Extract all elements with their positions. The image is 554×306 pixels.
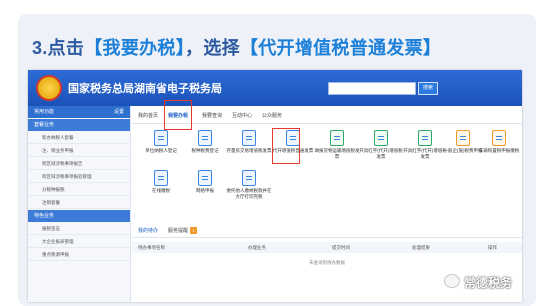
sidebar-item[interactable]: 跨区域涉税事项报验管理 <box>28 170 130 183</box>
document-icon <box>154 130 168 146</box>
document-icon <box>198 170 212 186</box>
column-header: 办理业务 <box>248 245 266 250</box>
column-header: 提交时间 <box>332 245 350 250</box>
tab-public-service[interactable]: 公众服务 <box>262 112 282 119</box>
column-header: 操作 <box>488 245 497 250</box>
headline-mid: ，选择 <box>185 38 240 58</box>
sidebar-item[interactable]: 报税签证 <box>28 222 130 235</box>
tile-label: 在线缴税 <box>152 188 170 193</box>
target-highlight-box <box>272 128 300 164</box>
tile-tax-registration[interactable]: 税种税费登记 <box>182 130 228 154</box>
document-icon <box>456 130 470 146</box>
tile-red-invoice-1[interactable]: 开具红字(代开)增值税发票 <box>358 130 404 159</box>
tile-freight-invoice[interactable]: 填报货物运输增值税发票 <box>314 130 360 159</box>
tile-unit-registration[interactable]: 单位纳税人登记 <box>138 130 184 154</box>
watermark-text: 常德税务 <box>464 276 513 290</box>
todo-table-header: 待办事项名称 办理业务 提交时间 处理结果 操作 <box>132 242 522 253</box>
column-header: 处理结果 <box>412 245 430 250</box>
tab-my-todo[interactable]: 我的待办 <box>138 227 158 234</box>
document-icon <box>492 130 506 146</box>
tab-interaction[interactable]: 互动中心 <box>232 112 252 119</box>
tax-emblem-icon <box>36 75 62 101</box>
todo-tabs: 我的待办 服务提醒 1 <box>132 224 522 238</box>
headline-link-invoice: 【代开增值税普通发票】 <box>239 38 442 58</box>
sidebar-section-special[interactable]: 特色业务 <box>28 210 130 222</box>
document-icon <box>242 130 256 146</box>
sidebar-item[interactable]: 注、销业务申报 <box>28 144 130 157</box>
sidebar-item[interactable]: 跨区域涉税事项报告 <box>28 157 130 170</box>
sidebar-item[interactable]: 重点税源申报 <box>28 248 130 261</box>
document-icon <box>374 130 388 146</box>
page: 3.点击【我要办税】，选择【代开增值税普通发票】 国家税务总局湖南省电子税务局 … <box>0 0 554 306</box>
tab-service-reminder[interactable]: 服务提醒 <box>168 227 188 234</box>
document-icon <box>198 130 212 146</box>
main-panel: 我的首页 我要办税 我要查询 互动中心 公众服务 单位纳税人登记 税种税费登记 <box>132 100 522 302</box>
tile-label: 单位纳税人登记 <box>145 148 177 153</box>
sidebar-item[interactable]: 新办纳税人套餐 <box>28 131 130 144</box>
tile-label: 存量房交易增值税发票 <box>226 148 272 153</box>
tab-query[interactable]: 我要查询 <box>202 112 222 119</box>
main-tabs: 我的首页 我要办税 我要查询 互动中心 公众服务 <box>132 100 522 130</box>
portal-header: 国家税务总局湖南省电子税务局 搜索 <box>28 70 522 106</box>
search-button[interactable]: 搜索 <box>418 82 438 95</box>
tab-highlight-box <box>164 100 192 130</box>
tile-label: 填报货物运输增值税发票 <box>314 148 360 159</box>
step-headline: 3.点击【我要办税】，选择【代开增值税普通发票】 <box>32 34 441 60</box>
tile-property-invoice[interactable]: 存量房交易增值税发票 <box>226 130 272 154</box>
sidebar-header-label: 常用功能 <box>34 109 55 115</box>
tile-online-declaration[interactable]: 网络申报 <box>182 170 228 194</box>
sidebar-item[interactable]: 分税种报税 <box>28 183 130 196</box>
document-icon <box>154 170 168 186</box>
sidebar-header: 常用功能 设置 <box>28 106 130 118</box>
sidebar-item[interactable]: 大企业报表管理 <box>28 235 130 248</box>
tile-label: 开具红字(代开)增值税发票 <box>359 148 403 159</box>
tile-online-payment[interactable]: 在线缴税 <box>138 170 184 194</box>
document-icon <box>330 130 344 146</box>
tile-label: 网络申报 <box>196 188 214 193</box>
document-icon <box>242 170 256 186</box>
reminder-count-badge: 1 <box>190 227 197 234</box>
tile-label: 委托他人缴纳税款并在大厅打印完税 <box>226 188 272 199</box>
tab-home[interactable]: 我的首页 <box>138 112 158 119</box>
column-header: 待办事项名称 <box>138 245 165 250</box>
headline-prefix: 3.点击 <box>32 38 85 58</box>
tile-entrusted-payment[interactable]: 委托他人缴纳税款并在大厅打印完税 <box>226 170 272 199</box>
search-input[interactable] <box>328 82 416 95</box>
tile-vehicle-tax[interactable]: 车辆购置税申报缴税 <box>476 130 522 154</box>
tile-label: 税种税费登记 <box>191 148 219 153</box>
portal-title: 国家税务总局湖南省电子税务局 <box>68 83 222 95</box>
function-grid: 单位纳税人登记 税种税费登记 存量房交易增值税发票 代开增值税普通发票 填报货物… <box>132 128 522 210</box>
sidebar: 常用功能 设置 套餐业务 新办纳税人套餐 注、销业务申报 跨区域涉税事项报告 跨… <box>28 106 131 302</box>
sidebar-item[interactable]: 注销套餐 <box>28 196 130 209</box>
portal-screenshot: 国家税务总局湖南省电子税务局 搜索 常用功能 设置 套餐业务 新办纳税人套餐 注… <box>28 70 522 302</box>
wechat-logo-icon <box>444 274 460 288</box>
sidebar-section-package[interactable]: 套餐业务 <box>28 119 130 131</box>
headline-link-tax: 【我要办税】 <box>84 38 186 58</box>
document-icon <box>418 130 432 146</box>
sidebar-settings-link[interactable]: 设置 <box>114 106 124 118</box>
empty-state-text: 未查询到待办数据 <box>309 260 345 265</box>
tile-label: 车辆购置税申报缴税 <box>478 148 520 153</box>
